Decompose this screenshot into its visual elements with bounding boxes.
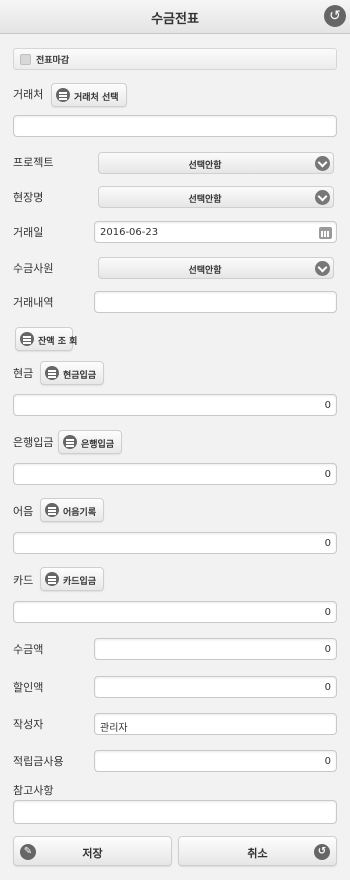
site-label: 현장명 [13, 191, 44, 204]
project-select[interactable]: 선택안함 [98, 152, 334, 174]
collector-label: 수금사원 [13, 262, 54, 275]
bill-amount-field[interactable]: 0 [13, 532, 337, 554]
card-amount-field[interactable]: 0 [13, 601, 337, 623]
list-icon [20, 332, 34, 346]
bank-label: 은행입금 [13, 436, 54, 449]
amount-label: 수금액 [13, 643, 44, 656]
bill-label: 어음 [13, 505, 34, 518]
close-voucher-checkbox[interactable]: 전표마감 [13, 48, 337, 70]
bank-deposit-button[interactable]: 은행입금 [58, 430, 122, 454]
chevron-down-icon [315, 190, 330, 205]
notes-field[interactable] [13, 800, 337, 824]
close-voucher-label: 전표마감 [36, 56, 70, 66]
discount-label: 할인액 [13, 681, 44, 694]
checkbox-icon[interactable] [20, 54, 31, 65]
card-deposit-button[interactable]: 카드입금 [40, 567, 104, 591]
chevron-down-icon [315, 261, 330, 276]
collector-select[interactable]: 선택안함 [98, 257, 334, 279]
balance-inquiry-button[interactable]: 잔액 조 회 [15, 327, 77, 351]
cash-label: 현금 [13, 367, 34, 380]
client-label: 거래처 [13, 88, 44, 101]
detail-label: 거래내역 [13, 296, 54, 309]
points-field[interactable]: 0 [94, 750, 337, 772]
cash-deposit-button[interactable]: 현금입금 [40, 361, 104, 385]
list-icon [45, 572, 59, 586]
collected-amount-field[interactable]: 0 [94, 638, 337, 660]
save-button[interactable]: ✎ 저장 [13, 836, 172, 866]
discount-amount-field[interactable]: 0 [94, 676, 337, 698]
points-label: 적립금사용 [13, 755, 64, 768]
trade-date-label: 거래일 [13, 226, 44, 239]
project-label: 프로젝트 [13, 156, 54, 169]
header-bar: 수금전표 ↺ [0, 0, 350, 34]
list-icon [45, 503, 59, 517]
cash-amount-field[interactable]: 0 [13, 394, 337, 416]
chevron-down-icon [315, 156, 330, 171]
writer-field[interactable]: 관리자 [94, 713, 337, 735]
cancel-button[interactable]: 취소 ↺ [178, 836, 337, 866]
undo-icon: ↺ [314, 844, 330, 860]
site-select[interactable]: 선택안함 [98, 186, 334, 208]
select-client-button[interactable]: 거래처 선택 [51, 83, 127, 107]
trade-date-field[interactable]: 2016-06-23 [94, 221, 337, 243]
notes-label: 참고사항 [13, 784, 54, 797]
back-arrow-icon[interactable]: ↺ [324, 5, 346, 27]
bank-amount-field[interactable]: 0 [13, 463, 337, 485]
client-field[interactable] [13, 115, 337, 137]
detail-field[interactable] [94, 291, 337, 313]
list-icon [45, 366, 59, 380]
bill-record-button[interactable]: 어음기록 [40, 498, 104, 522]
list-icon [56, 88, 70, 102]
list-icon [63, 435, 77, 449]
calendar-icon[interactable] [319, 227, 332, 239]
writer-label: 작성자 [13, 718, 44, 731]
card-label: 카드 [13, 574, 34, 587]
page-title: 수금전표 [151, 12, 199, 27]
